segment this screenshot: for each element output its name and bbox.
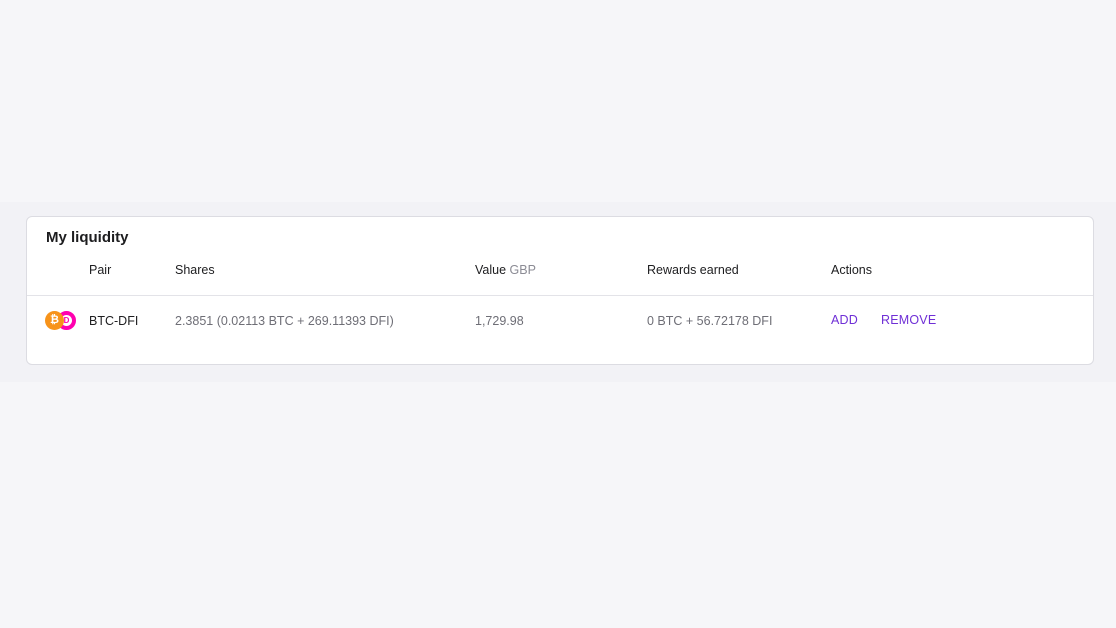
column-header-rewards: Rewards earned xyxy=(647,263,739,277)
remove-button[interactable]: REMOVE xyxy=(881,313,936,327)
table-row: ₿ D BTC-DFI 2.3851 (0.02113 BTC + 269.11… xyxy=(27,311,1093,335)
value-amount: 1,729.98 xyxy=(475,314,524,328)
column-header-shares: Shares xyxy=(175,263,215,277)
column-header-value-label: Value xyxy=(475,263,507,277)
column-header-pair: Pair xyxy=(89,263,112,277)
currency-label: GBP xyxy=(509,263,536,277)
my-liquidity-card: My liquidity Pair Shares Value GBP Rewar… xyxy=(26,216,1094,365)
column-header-value: Value GBP xyxy=(475,263,536,277)
table-header: Pair Shares Value GBP Rewards earned Act… xyxy=(27,263,1093,296)
card-title: My liquidity xyxy=(46,229,129,246)
rewards-value: 0 BTC + 56.72178 DFI xyxy=(647,314,773,328)
bitcoin-icon: ₿ xyxy=(45,311,64,330)
pair-icons: ₿ D xyxy=(45,311,79,331)
add-button[interactable]: ADD xyxy=(831,313,858,327)
column-header-actions: Actions xyxy=(831,263,872,277)
shares-value: 2.3851 (0.02113 BTC + 269.11393 DFI) xyxy=(175,314,394,328)
pair-name: BTC-DFI xyxy=(89,314,139,328)
